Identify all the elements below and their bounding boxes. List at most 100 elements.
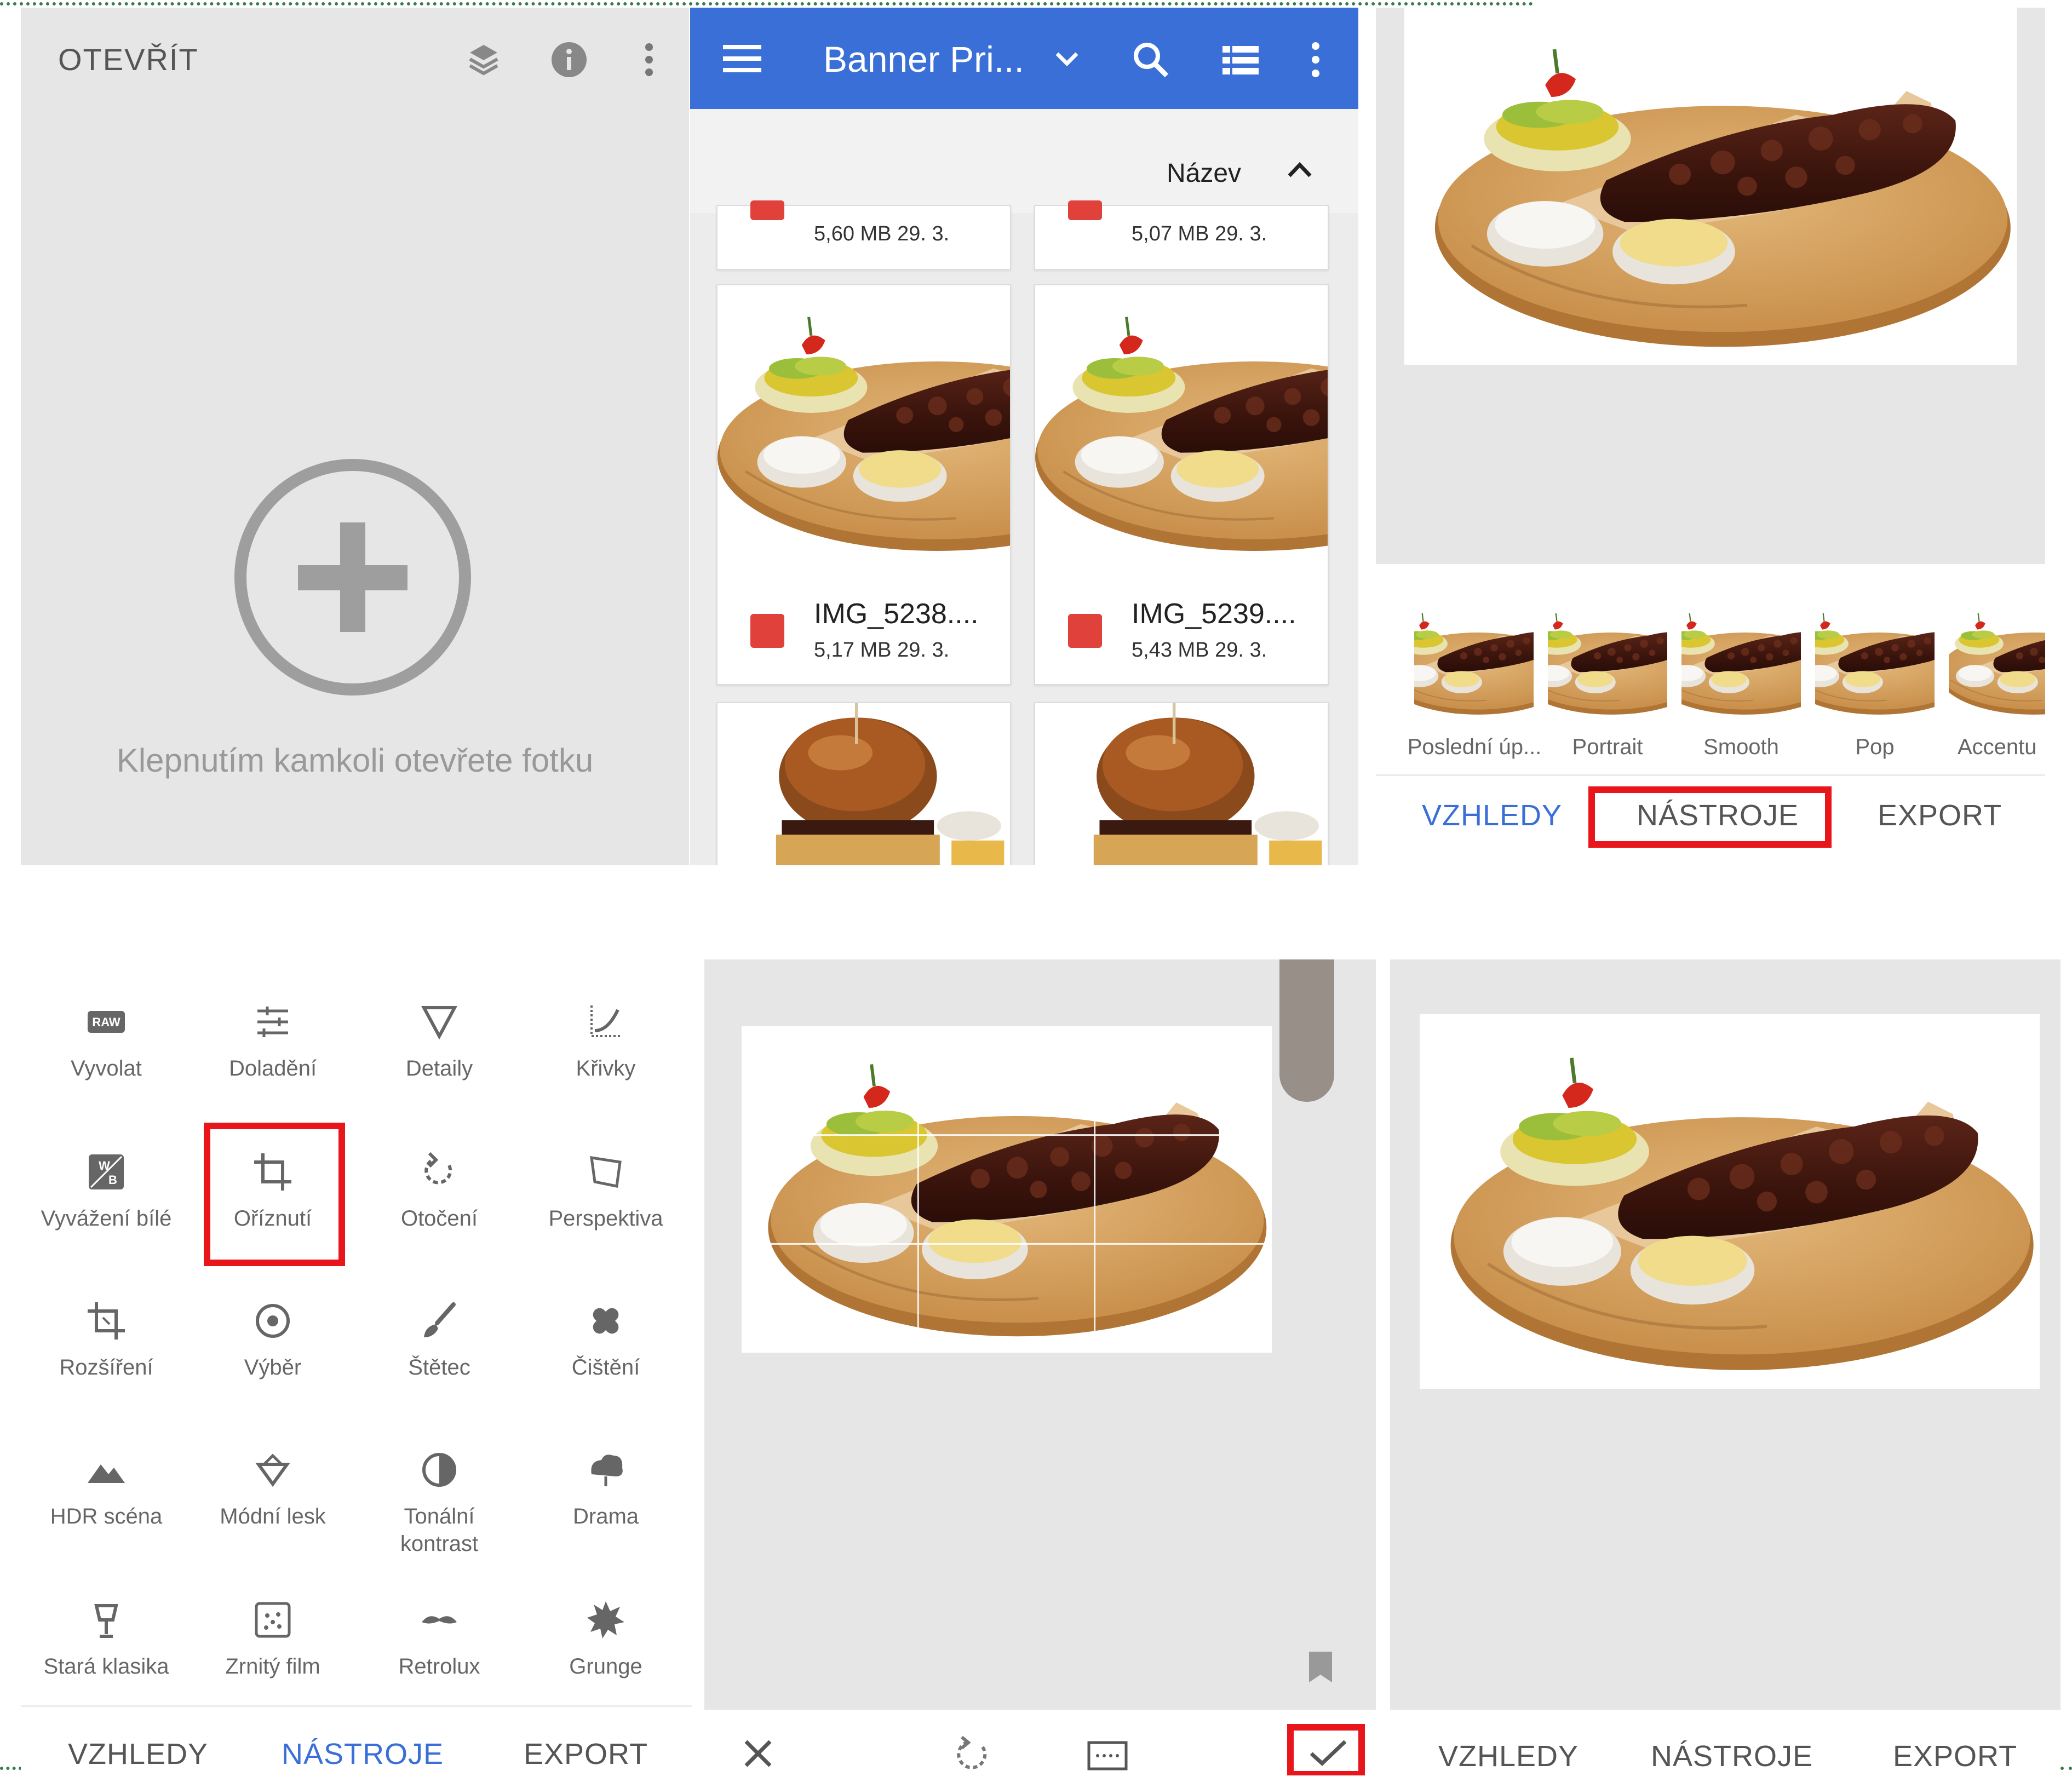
layers-icon[interactable] <box>459 35 508 84</box>
chevron-down-icon[interactable] <box>1055 50 1079 67</box>
sort-label[interactable]: Název <box>1167 158 1241 188</box>
tool-label: Vyvolat <box>71 1056 142 1080</box>
tool-label: Detaily <box>405 1056 473 1080</box>
look-thumb[interactable] <box>1681 599 1801 721</box>
result-photo <box>1420 1014 2040 1389</box>
expand-icon <box>84 1299 128 1343</box>
file-card[interactable]: 5,60 MB 29. 3. <box>716 200 1011 270</box>
tool-label: Vyvážení bílé <box>41 1206 172 1231</box>
svg-text:RAW: RAW <box>92 1015 120 1029</box>
file-thumbnail <box>718 285 1010 576</box>
look-thumb[interactable] <box>1548 599 1667 721</box>
look-label: Portrait <box>1572 735 1643 759</box>
look-thumb[interactable] <box>1815 599 1935 721</box>
file-card[interactable] <box>716 702 1011 865</box>
healing-icon <box>584 1299 628 1343</box>
highlight-box <box>204 1123 345 1266</box>
rotate-icon[interactable] <box>954 1735 992 1773</box>
open-title: OTEVŘÍT <box>58 42 199 77</box>
tools-screen: RAW Vyvolat Doladění Detaily Křivky W B Vyvážen… <box>21 959 692 1775</box>
tab-looks[interactable]: VZHLEDY <box>1438 1739 1579 1773</box>
look-label: Accentu <box>1958 735 2037 759</box>
tab-tools[interactable]: NÁSTROJE <box>282 1737 444 1771</box>
file-thumbnail <box>1035 703 1328 865</box>
result-screen: VZHLEDY NÁSTROJE EXPORT <box>1390 959 2060 1775</box>
tune-icon <box>251 1000 295 1044</box>
close-icon[interactable] <box>743 1738 773 1769</box>
look-label: Pop <box>1855 735 1895 759</box>
tab-looks[interactable]: VZHLEDY <box>68 1737 208 1771</box>
file-card[interactable]: 5,07 MB 29. 3. <box>1034 200 1329 270</box>
file-picker: Banner Pri... Název 5,60 MB 29. 3. 5,07 … <box>690 8 1358 865</box>
file-card[interactable]: IMG_5238.... 5,17 MB 29. 3. <box>716 284 1011 685</box>
tab-looks[interactable]: VZHLEDY <box>1422 798 1562 832</box>
search-icon[interactable] <box>1132 41 1170 79</box>
file-meta: 5,07 MB 29. 3. <box>1132 222 1267 245</box>
editor-looks: Poslední úp... Portrait Smooth Pop Accen… <box>1376 8 2045 865</box>
tab-export[interactable]: EXPORT <box>1878 798 2002 832</box>
selective-icon <box>251 1299 295 1343</box>
highlight-box <box>1588 786 1832 848</box>
tool-label: Stará klasika <box>43 1654 169 1678</box>
info-icon[interactable] <box>544 35 594 84</box>
brush-icon <box>417 1299 461 1343</box>
tool-label: Štětec <box>408 1355 470 1379</box>
add-circle-icon[interactable] <box>232 457 473 698</box>
file-meta: 5,17 MB 29. 3. <box>814 639 950 662</box>
more-vert-icon[interactable] <box>624 35 674 84</box>
list-view-icon[interactable] <box>1222 46 1259 74</box>
tab-tools[interactable]: NÁSTROJE <box>1651 1739 1813 1773</box>
file-card[interactable]: IMG_5239.... 5,43 MB 29. 3. <box>1034 284 1329 685</box>
image-file-icon <box>750 200 784 220</box>
svg-text:B: B <box>108 1173 117 1187</box>
grunge-icon <box>584 1598 628 1642</box>
tool-label: Drama <box>572 1504 639 1528</box>
white-balance-icon: WB <box>84 1150 128 1194</box>
file-name: IMG_5238.... <box>814 598 979 630</box>
check-icon[interactable] <box>1309 1739 1347 1767</box>
tab-export[interactable]: EXPORT <box>1893 1739 2017 1773</box>
glamour-icon <box>251 1448 295 1492</box>
edited-photo <box>1404 8 2017 365</box>
tool-label: Grunge <box>569 1654 642 1678</box>
crop-photo[interactable] <box>742 1026 1272 1353</box>
tab-export[interactable]: EXPORT <box>524 1737 648 1771</box>
open-hint: Klepnutím kamkoli otevřete fotku <box>116 742 594 779</box>
tool-label: Křivky <box>576 1056 636 1080</box>
image-file-icon <box>750 614 784 648</box>
crop-screen <box>704 959 1376 1775</box>
file-thumbnail <box>718 703 1010 865</box>
tool-label: Výběr <box>244 1355 302 1379</box>
vintage-icon <box>84 1598 128 1642</box>
look-thumb[interactable] <box>1414 599 1534 721</box>
aspect-ratio-icon[interactable] <box>1087 1740 1128 1771</box>
open-screen[interactable]: OTEVŘÍT Klepnutím kamkoli otevřete fotku <box>21 8 689 865</box>
rotate-icon <box>417 1150 461 1194</box>
tool-label: Zrnitý film <box>225 1654 320 1678</box>
hdr-icon <box>84 1448 128 1492</box>
image-file-icon <box>1068 614 1102 648</box>
file-card[interactable] <box>1034 702 1329 865</box>
tool-label: Perspektiva <box>548 1206 663 1231</box>
tool-label: Doladění <box>228 1056 317 1080</box>
menu-icon[interactable] <box>723 45 761 72</box>
details-icon <box>417 1000 461 1044</box>
curves-icon <box>584 1000 628 1044</box>
file-name: IMG_5239.... <box>1132 598 1296 630</box>
folder-title[interactable]: Banner Pri... <box>823 38 1024 80</box>
tool-label: Čištění <box>571 1355 640 1379</box>
chevron-up-icon[interactable] <box>1287 162 1312 178</box>
look-label: Smooth <box>1703 735 1779 759</box>
app-bar: Banner Pri... <box>690 8 1358 109</box>
sort-bar: Název <box>690 109 1358 213</box>
grainy-film-icon <box>251 1598 295 1642</box>
tool-label: HDR scéna <box>50 1504 163 1528</box>
bookmark-icon[interactable] <box>1307 1651 1334 1683</box>
tool-label: Rozšíření <box>59 1355 153 1379</box>
more-vert-icon[interactable] <box>1310 41 1321 79</box>
file-meta: 5,43 MB 29. 3. <box>1132 639 1267 662</box>
drama-icon <box>584 1448 628 1492</box>
tool-label: Otočení <box>400 1206 478 1231</box>
look-label: Poslední úp... <box>1407 735 1542 759</box>
look-thumb[interactable] <box>1949 599 2045 721</box>
